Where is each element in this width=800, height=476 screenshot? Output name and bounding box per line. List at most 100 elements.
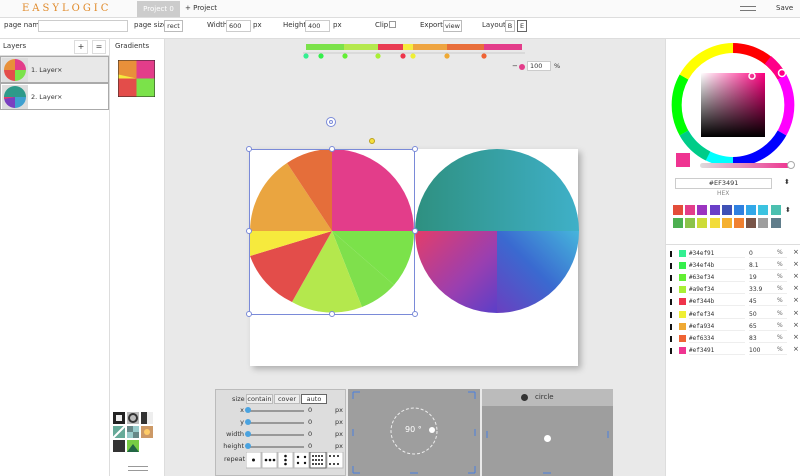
- stop-remove-icon[interactable]: ×: [793, 333, 799, 341]
- stop-hex-input[interactable]: #ef6334: [689, 334, 745, 343]
- gradient-stop-row[interactable]: #a9ef34 33.9% ×: [669, 284, 799, 295]
- repeat-options[interactable]: [246, 452, 344, 470]
- layer-2-remove-icon[interactable]: ×: [57, 93, 62, 101]
- stop-remove-icon[interactable]: ×: [793, 321, 799, 329]
- stop-color-swatch[interactable]: [679, 250, 686, 257]
- width-slider[interactable]: [245, 431, 251, 437]
- resize-handle-n[interactable]: [329, 146, 335, 152]
- stop-drag-handle[interactable]: [670, 299, 672, 306]
- color-swatch[interactable]: [685, 218, 696, 228]
- color-swatch[interactable]: [709, 218, 720, 228]
- color-swatch[interactable]: [746, 205, 757, 215]
- resize-handle-e[interactable]: [412, 228, 418, 234]
- layer-1-remove-icon[interactable]: ×: [57, 66, 62, 74]
- sweep-gradient-circle[interactable]: [414, 149, 580, 315]
- color-swatch[interactable]: [709, 205, 720, 215]
- menu-icon[interactable]: [740, 3, 756, 15]
- layer-menu-button[interactable]: =: [92, 40, 106, 54]
- height-slider[interactable]: [245, 443, 251, 449]
- resize-handle-w[interactable]: [246, 228, 252, 234]
- gradient-stop-row[interactable]: #ef344b 45% ×: [669, 296, 799, 307]
- page-name-input[interactable]: [38, 20, 128, 32]
- color-swatch[interactable]: [721, 218, 732, 228]
- y-slider[interactable]: [245, 419, 251, 425]
- gradient-stop-row[interactable]: #ef6334 83% ×: [669, 333, 799, 344]
- palette-menu-icon[interactable]: ⬍: [785, 206, 791, 214]
- stop-hex-input[interactable]: #63ef34: [689, 273, 745, 283]
- layer-item-1[interactable]: 1. Layer ×: [0, 56, 109, 83]
- stop-drag-handle[interactable]: [670, 335, 672, 342]
- opacity-minus[interactable]: −: [512, 62, 518, 70]
- stop-color-swatch[interactable]: [679, 322, 686, 330]
- alpha-slider-knob[interactable]: [787, 161, 795, 169]
- stop-hex-input[interactable]: #ef344b: [689, 297, 745, 307]
- hex-input[interactable]: #EF3491: [675, 178, 772, 189]
- stop-color-swatch[interactable]: [679, 334, 686, 342]
- stop-hex-input[interactable]: #efef34: [689, 310, 745, 319]
- stop-hex-input[interactable]: #efa934: [689, 322, 745, 331]
- color-swatch[interactable]: [673, 218, 683, 228]
- x-value[interactable]: 0: [308, 406, 312, 414]
- layout-b-button[interactable]: B: [505, 20, 515, 32]
- color-swatch[interactable]: [697, 205, 708, 215]
- add-project-button[interactable]: + Project: [185, 4, 217, 12]
- tab-project-0[interactable]: Project 0: [137, 1, 180, 17]
- color-swatch[interactable]: [770, 218, 781, 228]
- stop-color-swatch[interactable]: [679, 262, 686, 270]
- stop-hex-input[interactable]: #34ef4b: [689, 261, 745, 271]
- opacity-knob[interactable]: [519, 64, 525, 70]
- stop-drag-handle[interactable]: [670, 311, 672, 318]
- size-contain-button[interactable]: contain: [246, 394, 273, 404]
- gradient-stop-row[interactable]: #ef3491 100% ×: [669, 345, 799, 356]
- alpha-slider[interactable]: [700, 163, 790, 168]
- color-swatch[interactable]: [746, 218, 757, 228]
- stop-remove-icon[interactable]: ×: [793, 284, 799, 292]
- gradient-stop-row[interactable]: #efef34 50% ×: [669, 309, 799, 320]
- panel-resize-handle[interactable]: [128, 466, 148, 471]
- color-swatch[interactable]: [721, 205, 732, 215]
- color-swatch[interactable]: [758, 218, 769, 228]
- resize-handle-se[interactable]: [412, 311, 418, 317]
- stop-color-swatch[interactable]: [679, 298, 686, 306]
- stop-remove-icon[interactable]: ×: [793, 272, 799, 280]
- gradient-stop-bar[interactable]: [303, 43, 525, 61]
- stop-color-swatch[interactable]: [679, 310, 686, 318]
- stop-remove-icon[interactable]: ×: [793, 309, 799, 317]
- add-layer-button[interactable]: +: [74, 40, 88, 54]
- stop-remove-icon[interactable]: ×: [793, 248, 799, 256]
- color-format-toggle-icon[interactable]: ⬍: [784, 178, 790, 186]
- x-slider[interactable]: [245, 407, 251, 413]
- radial-center-handle[interactable]: [544, 435, 551, 442]
- color-swatch[interactable]: [697, 218, 708, 228]
- gradient-preview-thumbnail[interactable]: [118, 60, 155, 97]
- stop-color-swatch[interactable]: [679, 274, 686, 282]
- color-swatch[interactable]: [770, 205, 781, 215]
- stop-drag-handle[interactable]: [670, 287, 672, 294]
- angle-handle[interactable]: [369, 138, 375, 144]
- layer-item-2[interactable]: 2. Layer ×: [0, 83, 109, 110]
- height-input[interactable]: 400: [305, 20, 330, 32]
- radial-type-dot[interactable]: [521, 394, 528, 401]
- stop-remove-icon[interactable]: ×: [793, 345, 799, 353]
- opacity-input[interactable]: 100: [527, 61, 551, 71]
- stop-drag-handle[interactable]: [670, 275, 672, 282]
- color-swatch[interactable]: [734, 218, 744, 228]
- stop-remove-icon[interactable]: ×: [793, 296, 799, 304]
- bg-width-value[interactable]: 0: [308, 430, 312, 438]
- export-view-button[interactable]: view: [443, 20, 462, 32]
- size-cover-button[interactable]: cover: [274, 394, 300, 404]
- stop-drag-handle[interactable]: [670, 347, 672, 354]
- stop-hex-input[interactable]: #ef3491: [689, 346, 745, 355]
- resize-handle-ne[interactable]: [412, 146, 418, 152]
- stop-hex-input[interactable]: #34ef91: [689, 249, 745, 258]
- angle-value[interactable]: 90 °: [405, 425, 422, 434]
- layout-e-button[interactable]: E: [517, 20, 527, 32]
- resize-handle-s[interactable]: [329, 311, 335, 317]
- gradient-stop-row[interactable]: #34ef4b 8.1% ×: [669, 260, 799, 271]
- pattern-samples[interactable]: [112, 411, 154, 456]
- stop-color-swatch[interactable]: [679, 286, 686, 294]
- gradient-stop-row[interactable]: #efa934 65% ×: [669, 321, 799, 332]
- gradient-stop-row[interactable]: #34ef91 0% ×: [669, 248, 799, 259]
- stop-drag-handle[interactable]: [670, 263, 672, 270]
- stop-remove-icon[interactable]: ×: [793, 260, 799, 268]
